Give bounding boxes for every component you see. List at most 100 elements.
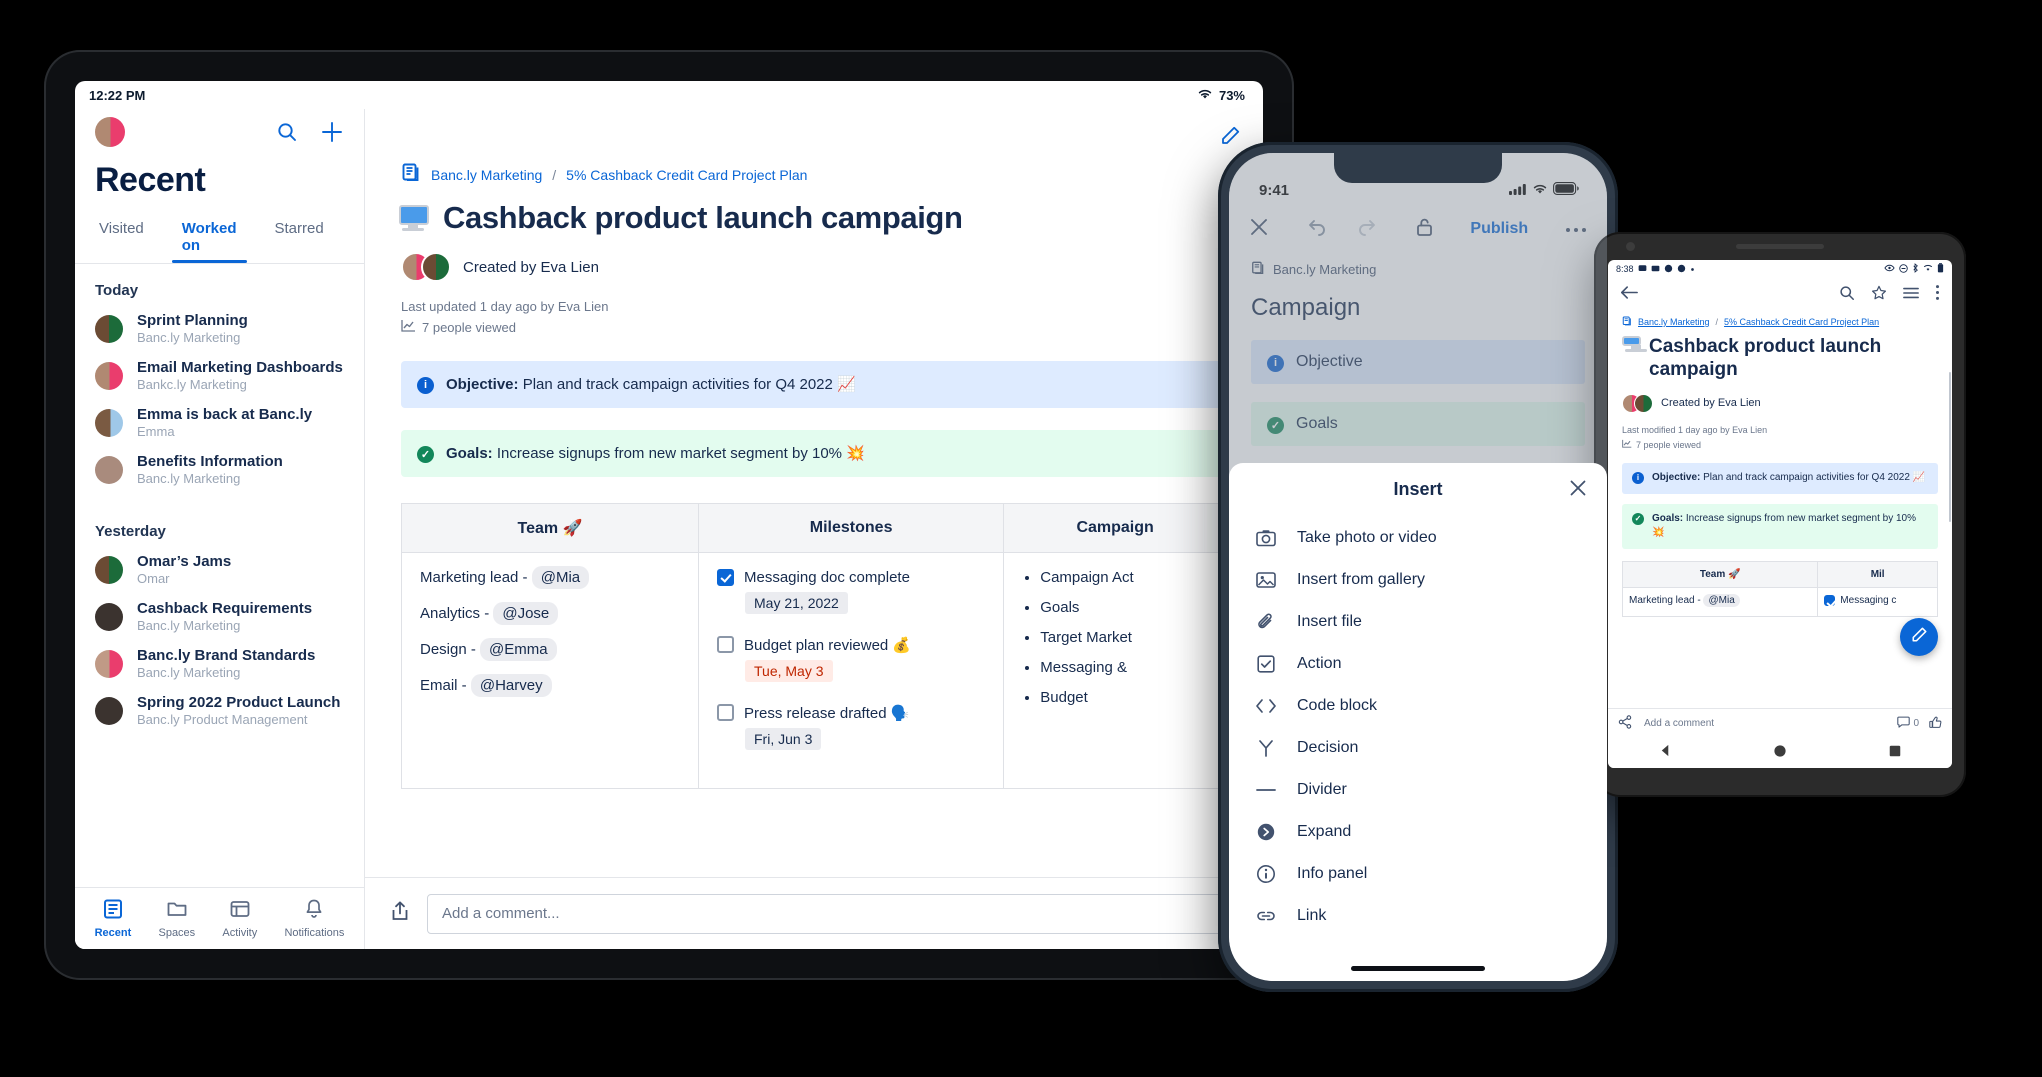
- bottom-nav-activity[interactable]: Activity: [222, 898, 257, 939]
- share-icon[interactable]: [1618, 715, 1632, 732]
- checkbox-icon[interactable]: [1824, 594, 1836, 606]
- more-vertical-icon[interactable]: [1935, 284, 1940, 306]
- insert-option-file[interactable]: Insert file: [1229, 601, 1607, 643]
- list-item[interactable]: Email Marketing Dashboards Bankc.ly Mark…: [75, 352, 364, 399]
- breadcrumb-separator: /: [1715, 317, 1719, 327]
- breadcrumb-page[interactable]: 5% Cashback Credit Card Project Plan: [566, 167, 807, 183]
- back-arrow-icon[interactable]: [1620, 285, 1638, 305]
- edit-fab-button[interactable]: [1900, 618, 1938, 656]
- status-time: 8:38: [1616, 264, 1634, 274]
- comment-icon[interactable]: [1897, 716, 1911, 731]
- milestone-date[interactable]: May 21, 2022: [745, 591, 848, 614]
- document-meta: Last updated 1 day ago by Eva Lien 7 peo…: [365, 282, 1263, 339]
- milestone-item: Budget plan reviewed 💰 Tue, May 3: [717, 636, 985, 696]
- checkbox-icon[interactable]: [717, 568, 734, 586]
- list-item-title: Benefits Information: [137, 453, 283, 470]
- list-item[interactable]: Spring 2022 Product Launch Banc.ly Produ…: [75, 687, 364, 734]
- user-avatar[interactable]: [95, 117, 125, 147]
- android-camera: [1626, 242, 1635, 251]
- insert-option-expand[interactable]: Expand: [1229, 811, 1607, 853]
- star-icon[interactable]: [1871, 285, 1887, 306]
- plus-icon[interactable]: [320, 120, 344, 144]
- page-title: Recent: [95, 161, 206, 199]
- android-status-bar: 8:38: [1608, 260, 1952, 278]
- tab-starred[interactable]: Starred: [271, 214, 328, 263]
- views-count: 7 people viewed: [422, 320, 516, 336]
- android-app-bar-actions: [1839, 284, 1940, 306]
- insert-option-action[interactable]: Action: [1229, 643, 1607, 685]
- document-scroll: Banc.ly Marketing / 5% Cashback Credit C…: [365, 109, 1263, 877]
- insert-option-code-block[interactable]: Code block: [1229, 685, 1607, 727]
- insert-option-info-panel[interactable]: Info panel: [1229, 853, 1607, 895]
- insert-option-decision[interactable]: Decision: [1229, 727, 1607, 769]
- checkbox-icon[interactable]: [717, 704, 734, 722]
- bottom-nav-spaces[interactable]: Spaces: [158, 898, 195, 939]
- search-icon[interactable]: [1839, 285, 1855, 306]
- breadcrumb-space[interactable]: Banc.ly Marketing: [1638, 317, 1710, 327]
- insert-options-list[interactable]: Take photo or video Insert from gallery …: [1229, 515, 1607, 981]
- campaign-item: Messaging &: [1040, 659, 1208, 676]
- divider-line-icon: [1255, 779, 1277, 801]
- monitor-emoji-icon: [399, 205, 429, 231]
- tablet-screen: 12:22 PM 73% Recent Visited Worked on St…: [75, 81, 1263, 949]
- share-icon[interactable]: [389, 900, 411, 927]
- insert-option-divider[interactable]: Divider: [1229, 769, 1607, 811]
- pencil-edit-icon[interactable]: [1219, 125, 1241, 152]
- insert-option-label: Expand: [1297, 823, 1352, 840]
- comment-input[interactable]: Add a comment: [1644, 718, 1714, 729]
- list-item-subtitle: Emma: [137, 424, 175, 439]
- pages-icon: [1622, 316, 1632, 328]
- thumbs-up-icon[interactable]: [1929, 716, 1942, 732]
- milestone-date[interactable]: Fri, Jun 3: [745, 727, 822, 750]
- check-circle-icon: ✓: [417, 445, 434, 463]
- pages-icon: [401, 163, 421, 186]
- table-row: Marketing lead - @Mia Analytics - @Jose …: [401, 551, 1227, 789]
- insert-option-gallery[interactable]: Insert from gallery: [1229, 559, 1607, 601]
- checkbox-icon: [1255, 653, 1277, 675]
- list-item[interactable]: Banc.ly Brand Standards Banc.ly Marketin…: [75, 640, 364, 687]
- mention-chip[interactable]: @Emma: [480, 637, 557, 661]
- nav-home-circle-icon[interactable]: [1773, 744, 1787, 763]
- nav-recents-square-icon[interactable]: [1889, 744, 1901, 762]
- tab-worked-on[interactable]: Worked on: [171, 214, 247, 263]
- checkbox-icon[interactable]: [717, 636, 734, 654]
- camera-icon: [1255, 527, 1277, 549]
- list-item-title: Omar’s Jams: [137, 553, 232, 570]
- search-icon[interactable]: [276, 121, 298, 143]
- list-item[interactable]: Omar’s Jams Omar: [75, 546, 364, 593]
- bottom-nav-notifications[interactable]: Notifications: [284, 898, 344, 939]
- list-item-subtitle: Omar: [137, 571, 170, 586]
- recent-list[interactable]: Today Sprint Planning Banc.ly Marketing: [75, 264, 364, 887]
- list-item-subtitle: Bankc.ly Marketing: [137, 377, 247, 392]
- dot-icon: [1690, 264, 1695, 274]
- insert-option-link[interactable]: Link: [1229, 895, 1607, 937]
- list-item[interactable]: Emma is back at Banc.ly Emma: [75, 399, 364, 446]
- mention-chip[interactable]: @Jose: [493, 601, 559, 625]
- list-item[interactable]: Sprint Planning Banc.ly Marketing: [75, 305, 364, 352]
- mention-chip[interactable]: @Harvey: [470, 673, 552, 697]
- bluetooth-icon: [1912, 263, 1919, 275]
- scrollbar[interactable]: [1949, 372, 1951, 522]
- breadcrumb-page[interactable]: 5% Cashback Credit Card Project Plan: [1724, 317, 1879, 327]
- mention-chip[interactable]: @Mia: [531, 565, 590, 589]
- comment-input[interactable]: Add a comment...: [427, 893, 1239, 934]
- close-x-icon[interactable]: [1569, 479, 1587, 502]
- nav-back-triangle-icon[interactable]: [1659, 744, 1672, 762]
- bottom-nav-recent[interactable]: Recent: [95, 898, 131, 939]
- recent-page-icon: [102, 898, 124, 923]
- mention-chip[interactable]: @Mia: [1703, 593, 1740, 607]
- list-item-title: Cashback Requirements: [137, 600, 313, 617]
- list-icon[interactable]: [1903, 286, 1919, 305]
- list-item[interactable]: Benefits Information Banc.ly Marketing: [75, 446, 364, 493]
- avatar: [1634, 393, 1653, 413]
- tab-visited[interactable]: Visited: [95, 214, 148, 263]
- insert-sheet: Insert Take photo or video Insert from g…: [1229, 463, 1607, 981]
- tablet-status-bar: 12:22 PM 73%: [75, 81, 1263, 109]
- goals-label: Goals:: [446, 444, 493, 462]
- breadcrumb-space[interactable]: Banc.ly Marketing: [431, 167, 542, 183]
- paperclip-icon: [1255, 611, 1277, 633]
- list-item[interactable]: Cashback Requirements Banc.ly Marketing: [75, 593, 364, 640]
- team-entry: Email - @Harvey: [420, 673, 680, 697]
- insert-option-take-photo[interactable]: Take photo or video: [1229, 517, 1607, 559]
- milestone-date[interactable]: Tue, May 3: [745, 659, 833, 682]
